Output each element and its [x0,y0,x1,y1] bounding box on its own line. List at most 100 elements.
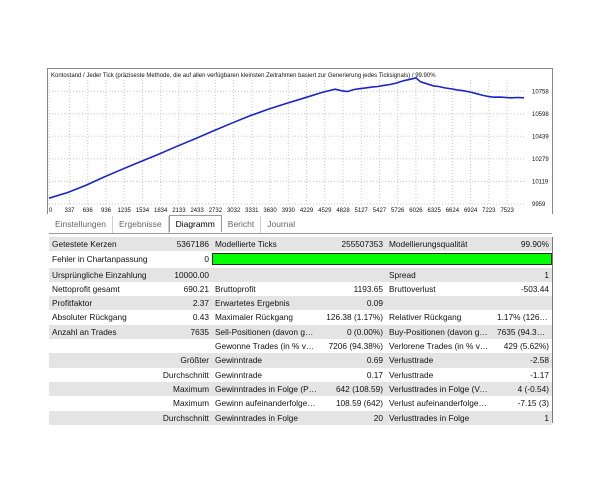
y-tick-label: 10598 [532,112,549,118]
x-tick-label: 4828 [336,208,350,214]
value: 642 (108.59) [320,381,386,397]
chart-frame [47,68,553,214]
label: Bruttoprofit [212,281,320,297]
tab-diagramm[interactable]: Diagramm [168,215,222,232]
x-tick-label: 1834 [154,208,168,214]
label: Erwartetes Ergebnis [212,296,320,311]
x-tick-label: 6325 [427,208,441,214]
label: Durchschnitt [49,367,212,382]
label: Modellierungsqualität [386,237,494,252]
x-tick-label: 7523 [500,208,514,214]
tab-bericht[interactable]: Bericht [222,216,262,233]
report-row: Ursprüngliche Einzahlung 10000.00 Spread… [49,267,552,282]
x-tick-label: 1235 [118,208,132,214]
value: 1.17% (126.38) [494,310,552,325]
x-tick-label: 1534 [136,208,150,214]
x-tick-label: 4529 [318,208,332,214]
label: Gewinntrades in Folge [212,410,320,425]
tab-ergebnisse[interactable]: Ergebnisse [113,216,169,233]
x-tick-label: 3630 [263,208,277,214]
value: 690.21 [159,281,212,297]
value: -2.58 [494,353,552,368]
label: Maximaler Rückgang [212,310,320,325]
label: Maximum [49,381,212,397]
label: Verlusttrades in Folge [386,410,494,425]
x-tick-label: 2433 [190,208,204,214]
label: Verlusttrade [386,367,494,382]
balance-chart-svg: Kontostand / Jeder Tick (präziseste Meth… [47,68,553,214]
chart-title: Kontostand / Jeder Tick (präziseste Meth… [51,73,436,79]
value: 2.37 [159,296,212,311]
label: Verlusttrade [386,353,494,368]
y-tick-label: 10758 [532,89,549,95]
label: Profitfaktor [49,296,159,311]
label: Gewinntrade [212,367,320,382]
label: Sell-Positionen (davon gewo... [212,324,320,340]
label: Durchschnitt [49,410,212,425]
label: Ursprüngliche Einzahlung [49,267,159,282]
tab-divider [49,233,552,234]
y-tick-label: 9959 [532,202,546,208]
tab-bar: Einstellungen Ergebnisse Diagramm Berich… [49,215,301,233]
value: 0 [159,251,212,268]
value: 0.69 [320,353,386,368]
tab-einstellungen[interactable]: Einstellungen [49,216,114,233]
y-tick-label: 10279 [532,157,549,163]
x-tick-label: 5427 [373,208,387,214]
label: Fehler in Chartanpassung [49,251,159,268]
report-row: Absoluter Rückgang 0.43 Maximaler Rückga… [49,310,552,325]
report-row: Durchschnitt Gewinntrades in Folge 20 Ve… [49,410,552,425]
report-row: Maximum Gewinn aufeinanderfolgende... 10… [49,396,552,411]
label: Anzahl an Trades [49,324,159,340]
x-tick-label: 5127 [355,208,369,214]
value: 5367186 [159,237,212,252]
report-table: Getestete Kerzen 5367186 Modellierte Tic… [49,237,552,425]
tab-journal[interactable]: Journal [261,216,301,233]
report-row: Anzahl an Trades 7635 Sell-Positionen (d… [49,324,552,340]
value: 20 [320,410,386,425]
y-tick-label: 10119 [532,179,549,185]
x-tick-label: 3331 [245,208,259,214]
x-tick-label: 337 [65,208,76,214]
value: 7206 (94.38%) [320,339,386,354]
label: Nettoprofit gesamt [49,281,159,297]
value: -7.15 (3) [494,396,552,411]
value: 255507353 [320,237,386,252]
value: 7635 (94.38%) [494,324,552,340]
value: -503.44 [494,281,552,297]
label: Gewinn aufeinanderfolgende... [212,396,320,411]
label: Verlorene Trades (in % von G... [386,339,494,354]
label: Buy-Positionen (davon gewo... [386,324,494,340]
label: Größter [49,353,212,368]
label: Bruttoverlust [386,281,494,297]
label: Getestete Kerzen [49,237,159,252]
report-row: Gewonne Trades (in % von G... 7206 (94.3… [49,339,552,354]
report-row: Maximum Gewinntrades in Folge (Profit ..… [49,381,552,397]
value: 429 (5.62%) [494,339,552,354]
value: 0.17 [320,367,386,382]
value: 7635 [159,324,212,340]
value: 0.09 [320,296,386,311]
label: Absoluter Rückgang [49,310,159,325]
label: Gewinntrade [212,353,320,368]
report-row: Fehler in Chartanpassung 0 [49,251,552,268]
y-tick-label: 10439 [532,134,549,140]
x-tick-label: 7223 [482,208,496,214]
value: 4 (-0.54) [494,381,552,397]
label: Maximum [49,396,212,411]
value: 99.90% [494,237,552,252]
x-tick-label: 936 [101,208,112,214]
label: Verlust aufeinanderfolgender ... [386,396,494,411]
label: Relativer Rückgang [386,310,494,325]
report-row: Nettoprofit gesamt 690.21 Bruttoprofit 1… [49,281,552,297]
label: Gewinntrades in Folge (Profit ... [212,381,320,397]
x-tick-label: 3930 [282,208,296,214]
value: 1 [494,410,552,425]
x-tick-label: 5726 [391,208,405,214]
modelling-quality-bar [212,253,552,266]
x-tick-label: 4229 [300,208,314,214]
value: 1 [494,267,552,282]
value: 108.59 (642) [320,396,386,411]
modelling-quality-bar-cell [212,251,552,268]
value: 0 (0.00%) [320,324,386,340]
